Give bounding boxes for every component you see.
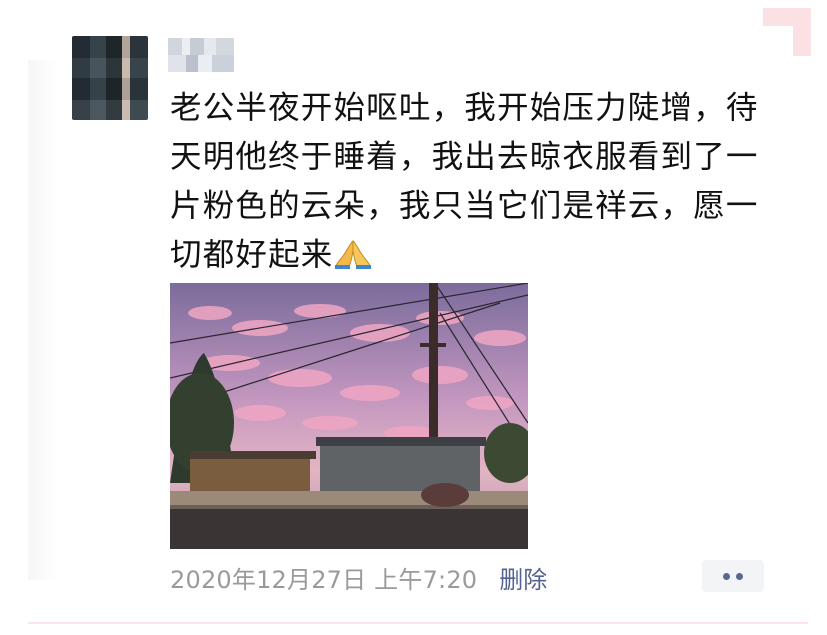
pray-icon [334, 235, 372, 269]
divider [28, 622, 808, 624]
username-blurred[interactable] [168, 38, 234, 72]
more-dot-icon [736, 572, 743, 580]
post-text-content: 老公半夜开始呕吐，我开始压力陡增，待天明他终于睡着，我出去晾衣服看到了一片粉色的… [170, 90, 759, 273]
timestamp: 2020年12月27日 上午7:20 [170, 565, 478, 594]
card-edge-shadow [28, 60, 58, 580]
post-text: 老公半夜开始呕吐，我开始压力陡增，待天明他终于睡着，我出去晾衣服看到了一片粉色的… [170, 84, 770, 280]
post-photo[interactable] [170, 283, 528, 549]
post-meta-row: 2020年12月27日 上午7:20 删除 [170, 560, 547, 594]
corner-decoration [763, 8, 811, 56]
sky-photo [170, 283, 528, 549]
avatar[interactable] [72, 36, 148, 120]
delete-link[interactable]: 删除 [499, 560, 547, 595]
more-dot-icon [723, 572, 730, 580]
more-actions-button[interactable] [702, 560, 764, 592]
